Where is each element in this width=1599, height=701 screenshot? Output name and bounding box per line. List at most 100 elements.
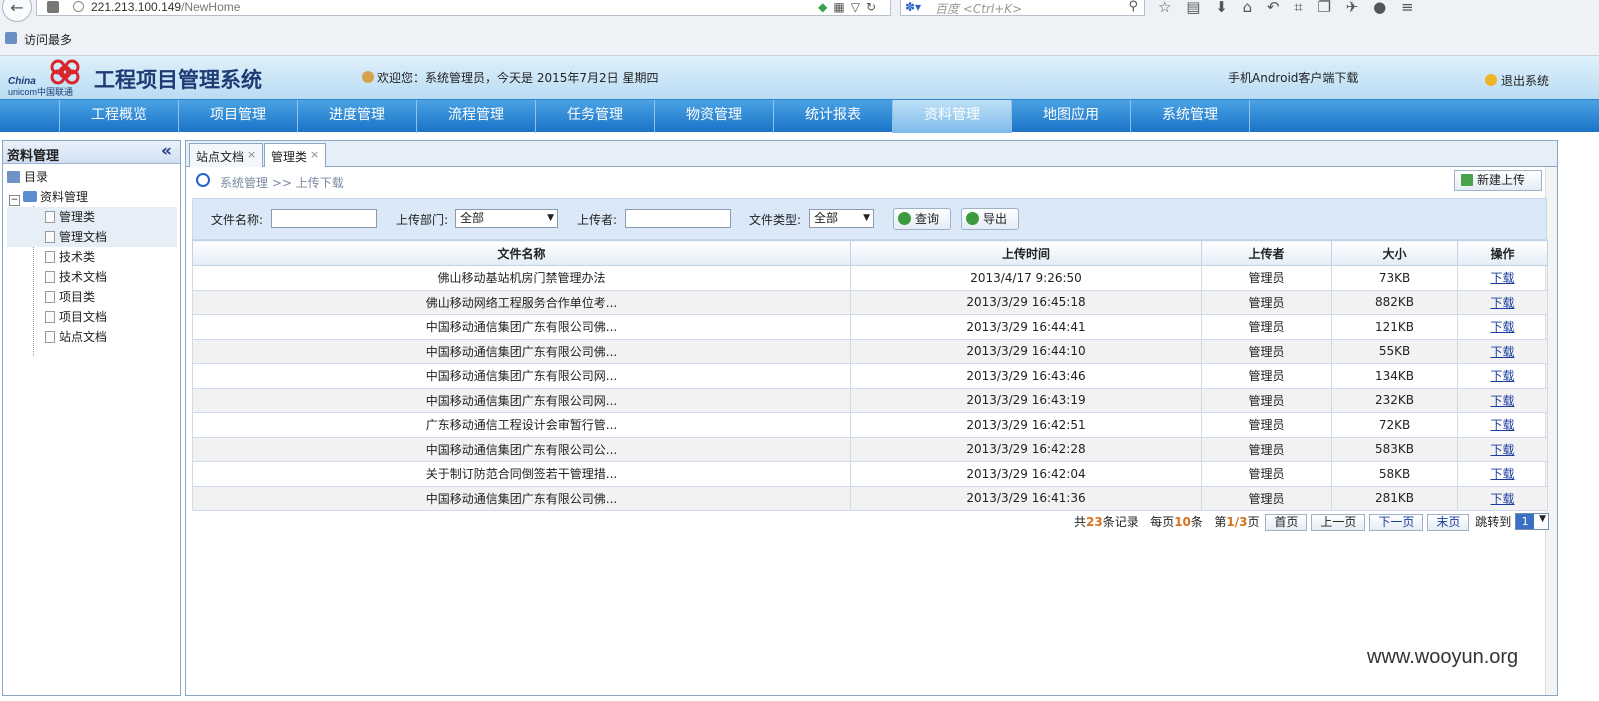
welcome-message: 欢迎您：系统管理员，今天是 2015年7月2日 星期四	[362, 69, 658, 86]
chevron-down-icon: ▼	[1539, 514, 1547, 524]
size-cell: 72KB	[1331, 412, 1458, 438]
nav-item-tasks[interactable]: 任务管理	[536, 100, 655, 133]
power-icon	[1485, 74, 1497, 86]
tree-folder[interactable]: − 资料管理	[9, 187, 88, 207]
download-icon[interactable]: ⬇	[1215, 0, 1228, 16]
download-link[interactable]: 下载	[1490, 320, 1514, 334]
nav-item-map[interactable]: 地图应用	[1012, 100, 1131, 133]
tree-item-tech-docs[interactable]: 技术文档	[45, 267, 107, 287]
table-row: 广东移动通信工程设计会审暂行管... 2013/3/29 16:42:51 管理员 7…	[192, 412, 1548, 438]
user-icon	[362, 71, 374, 83]
nav-spacer	[0, 100, 60, 133]
prev-page-button[interactable]: 上一页	[1311, 514, 1366, 531]
tab-mgmt-class[interactable]: 管理类 ×	[264, 143, 327, 168]
tree-root[interactable]: 目录	[7, 167, 48, 187]
extension-icon[interactable]: ✈	[1346, 0, 1359, 16]
tree-item-site-docs[interactable]: 站点文档	[45, 327, 107, 347]
chevron-down-icon: ▼	[547, 213, 554, 223]
sidebar: 资料管理 « 目录 − 资料管理 管理类 管理文档 技术类 技术文档 项目类 项目…	[2, 140, 181, 696]
shield-icon[interactable]: ◆	[818, 0, 833, 14]
action-cell: 下载	[1457, 338, 1548, 364]
collapse-toggle-icon[interactable]: −	[9, 195, 20, 206]
logo: China unicom中国联通	[8, 56, 86, 99]
dept-select[interactable]: 全部 ▼	[455, 209, 558, 228]
download-link[interactable]: 下载	[1490, 394, 1514, 408]
menu-icon[interactable]: ≡	[1401, 0, 1414, 16]
table-row: 佛山移动网络工程服务合作单位考... 2013/3/29 16:45:18 管理员 8…	[192, 289, 1548, 315]
nav-item-system[interactable]: 系统管理	[1131, 100, 1250, 133]
address-bar[interactable]: 221.213.100.149/NewHome ◆▦▽↻	[36, 0, 891, 16]
table-header-row: 文件名称 上传时间 上传者 大小 操作	[192, 240, 1548, 266]
table-row: 中国移动通信集团广东有限公司佛... 2013/3/29 16:44:10 管理员 5…	[192, 338, 1548, 364]
download-link[interactable]: 下载	[1490, 467, 1514, 481]
download-link[interactable]: 下载	[1490, 271, 1514, 285]
file-type-select[interactable]: 全部 ▼	[809, 209, 874, 228]
download-link[interactable]: 下载	[1490, 345, 1514, 359]
column-header[interactable]: 上传时间	[850, 240, 1202, 266]
tree-item-project-docs[interactable]: 项目文档	[45, 307, 107, 327]
content-panel: 站点文档 × 管理类 × 系统管理 >> 上传下载 新建上传 文件名称: 上传部门:…	[185, 140, 1558, 696]
back-arrow-icon: ←	[10, 0, 24, 17]
addon-icon[interactable]: ●	[1373, 0, 1386, 16]
query-button[interactable]: 查询	[893, 208, 951, 230]
download-link[interactable]: 下载	[1490, 296, 1514, 310]
column-header[interactable]: 大小	[1331, 240, 1458, 266]
browser-toolbar: ☆ ▤ ⬇ ⌂ ↶ ⌗ ❐ ✈ ● ≡	[1158, 0, 1414, 16]
first-page-button[interactable]: 首页	[1265, 514, 1308, 531]
android-download-link[interactable]: 手机Android客户端下载	[1228, 69, 1358, 86]
table-row: 中国移动通信集团广东有限公司佛... 2013/3/29 16:41:36 管理员 2…	[192, 485, 1548, 511]
size-cell: 583KB	[1331, 436, 1458, 462]
last-page-button[interactable]: 末页	[1427, 514, 1470, 531]
reload-icon[interactable]: ↻	[866, 0, 882, 14]
file-name-input[interactable]	[271, 209, 377, 228]
download-link[interactable]: 下载	[1490, 369, 1514, 383]
tree-item-mgmt-docs[interactable]: 管理文档	[7, 227, 177, 247]
search-icon[interactable]: ⚲	[1128, 0, 1138, 14]
clipboard-icon[interactable]: ▤	[1186, 0, 1200, 16]
logo-text-unicom: unicom中国联通	[8, 87, 74, 97]
download-link[interactable]: 下载	[1490, 443, 1514, 457]
nav-item-overview[interactable]: 工程概览	[60, 100, 179, 133]
close-icon[interactable]: ×	[247, 148, 256, 161]
tree-item-tech-class[interactable]: 技术类	[45, 247, 95, 267]
back-button[interactable]: ←	[2, 0, 32, 22]
tree-item-label: 项目类	[59, 290, 96, 304]
bookmark-most-visited[interactable]: 访问最多	[24, 31, 72, 48]
download-link[interactable]: 下载	[1490, 492, 1514, 506]
nav-item-progress[interactable]: 进度管理	[298, 100, 417, 133]
nav-item-documents[interactable]: 资料管理	[893, 100, 1012, 133]
undo-icon[interactable]: ↶	[1267, 0, 1280, 16]
home-icon[interactable]: ⌂	[1243, 0, 1253, 16]
export-button[interactable]: 导出	[961, 208, 1019, 230]
qr-icon[interactable]: ▦	[833, 0, 850, 14]
uploader-input[interactable]	[625, 209, 731, 228]
dropdown-icon[interactable]: ▽	[851, 0, 866, 14]
download-link[interactable]: 下载	[1490, 418, 1514, 432]
new-upload-button[interactable]: 新建上传	[1454, 170, 1542, 191]
next-page-button[interactable]: 下一页	[1369, 514, 1424, 531]
tab-site-docs[interactable]: 站点文档 ×	[189, 143, 264, 167]
jump-page-select[interactable]: 1 ▼	[1515, 513, 1550, 530]
nav-item-materials[interactable]: 物资管理	[655, 100, 774, 133]
upload-time-cell: 2013/3/29 16:44:41	[850, 314, 1202, 340]
column-header[interactable]: 文件名称	[192, 240, 851, 266]
crop-icon[interactable]: ⌗	[1294, 0, 1302, 16]
jump-page-value: 1	[1516, 514, 1535, 529]
nav-item-workflow[interactable]: 流程管理	[417, 100, 536, 133]
star-icon[interactable]: ☆	[1158, 0, 1171, 16]
collapse-icon[interactable]: «	[161, 141, 172, 161]
column-header[interactable]: 上传者	[1201, 240, 1332, 266]
baidu-paw-icon[interactable]: ✽▾	[905, 0, 921, 14]
pager-page: 1/3	[1226, 515, 1248, 529]
tree-item-mgmt-class[interactable]: 管理类	[7, 207, 177, 227]
tree-item-project-class[interactable]: 项目类	[45, 287, 95, 307]
nav-item-projects[interactable]: 项目管理	[179, 100, 298, 133]
search-placeholder: 百度 <Ctrl+K>	[935, 2, 1023, 16]
search-box[interactable]: ✽▾ 百度 <Ctrl+K> ⚲	[900, 0, 1145, 16]
window-icon[interactable]: ❐	[1317, 0, 1330, 16]
close-icon[interactable]: ×	[310, 148, 319, 161]
nav-item-reports[interactable]: 统计报表	[774, 100, 893, 133]
logout-button[interactable]: 退出系统	[1485, 72, 1549, 89]
logout-label: 退出系统	[1501, 74, 1550, 88]
document-icon	[45, 291, 55, 303]
